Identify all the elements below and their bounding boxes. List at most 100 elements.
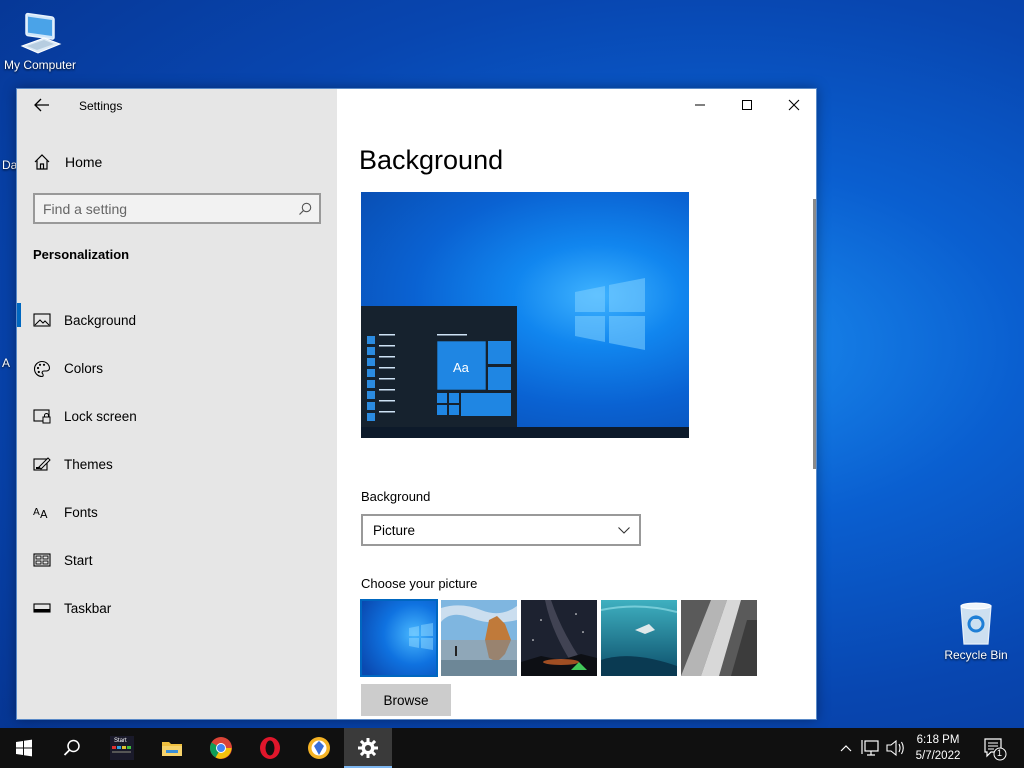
minimize-icon [695, 104, 705, 106]
maximize-icon [742, 100, 752, 110]
picture-thumbnail-underwater[interactable] [601, 600, 677, 676]
thumbnail-night-sky-image [521, 600, 597, 676]
svg-text:A: A [33, 507, 40, 518]
preview-start-menu: Aa [361, 306, 517, 427]
section-heading: Personalization [33, 247, 130, 262]
search-taskbar-button[interactable] [48, 728, 96, 768]
scrollbar[interactable] [813, 199, 816, 469]
volume-tray-button[interactable] [884, 728, 906, 768]
computer-icon [20, 12, 62, 54]
speaker-icon [886, 739, 904, 757]
picture-thumbnail-rock[interactable] [681, 600, 757, 676]
background-type-dropdown[interactable]: Picture [361, 514, 641, 546]
my-computer-desktop-icon[interactable]: My Computer [0, 8, 80, 72]
chrome-taskbar-button[interactable] [197, 728, 245, 768]
background-type-value: Picture [373, 523, 416, 538]
search-input[interactable] [43, 199, 283, 219]
preview-tile-text: Aa [453, 360, 469, 375]
nav-item-fonts[interactable]: A A Fonts [17, 489, 337, 537]
page-title: Background [359, 145, 504, 175]
show-hidden-icons-button[interactable] [836, 728, 856, 768]
nav-item-start[interactable]: Start [17, 537, 337, 585]
navigation-pane: Settings Home Personalization Background [17, 89, 337, 719]
browser-taskbar-button[interactable] [295, 728, 343, 768]
nav-list: Background Colors Lock screen Themes A A… [17, 297, 337, 633]
picture-thumbnail-night-sky[interactable] [521, 600, 597, 676]
nav-item-taskbar[interactable]: Taskbar [17, 585, 337, 633]
nav-item-background[interactable]: Background [17, 297, 337, 345]
preview-taskbar [361, 427, 689, 438]
background-type-label: Background [361, 489, 431, 504]
nav-item-label: Fonts [64, 505, 98, 520]
opera-icon [260, 737, 280, 759]
recycle-bin-desktop-icon[interactable]: Recycle Bin [936, 600, 1016, 662]
picture-thumbnail-beach[interactable] [441, 600, 517, 676]
nav-item-colors[interactable]: Colors [17, 345, 337, 393]
chrome-icon [210, 737, 232, 759]
nav-item-themes[interactable]: Themes [17, 441, 337, 489]
nav-home-label: Home [65, 154, 103, 170]
start-button[interactable] [0, 728, 48, 768]
opera-taskbar-button[interactable] [246, 728, 294, 768]
start-layout-icon [33, 553, 51, 567]
browse-button[interactable]: Browse [361, 684, 451, 716]
nav-item-label: Start [64, 553, 93, 568]
themes-icon [33, 457, 51, 471]
start-app-taskbar-button[interactable]: Start [98, 728, 146, 768]
picture-thumbnails [360, 599, 761, 677]
clock[interactable]: 6:18 PM 5/7/2022 [906, 732, 970, 764]
thumbnail-beach-image [441, 600, 517, 676]
picture-icon [33, 313, 51, 327]
palette-icon [34, 360, 51, 378]
background-preview: Aa [361, 192, 689, 438]
file-explorer-taskbar-button[interactable] [148, 728, 196, 768]
clock-date: 5/7/2022 [915, 750, 961, 762]
notification-count: 1 [997, 748, 1003, 758]
clock-time: 6:18 PM [916, 734, 960, 746]
settings-taskbar-button[interactable] [344, 728, 392, 768]
taskbar: Start 6:18 PM 5/7/2022 1 [0, 728, 1024, 768]
thumbnail-windows-image [361, 600, 437, 676]
search-box[interactable] [33, 193, 321, 224]
nav-item-label: Colors [64, 361, 104, 376]
search-icon [299, 202, 312, 215]
nav-item-label: Themes [64, 457, 113, 472]
maximize-button[interactable] [724, 89, 770, 121]
start-icon [16, 739, 32, 757]
windows-logo-icon [575, 278, 645, 350]
settings-icon [358, 738, 378, 758]
close-button[interactable] [771, 89, 816, 121]
browser-icon [308, 737, 330, 759]
fonts-icon: A A [33, 507, 48, 520]
picture-thumbnail-windows[interactable] [360, 599, 438, 677]
nav-item-lock-screen[interactable]: Lock screen [17, 393, 337, 441]
recycle-bin-icon [960, 602, 992, 645]
network-icon [861, 740, 879, 756]
settings-window: Settings Home Personalization Background [16, 88, 817, 720]
close-icon [788, 99, 800, 111]
my-computer-label: My Computer [3, 58, 77, 72]
svg-text:A: A [40, 508, 48, 520]
home-icon [34, 154, 50, 170]
back-button[interactable] [31, 95, 53, 115]
app-title: Settings [79, 99, 123, 113]
nav-item-label: Lock screen [64, 409, 137, 424]
chevron-up-icon [840, 745, 852, 752]
nav-item-label: Taskbar [64, 601, 112, 616]
chevron-down-icon [618, 527, 630, 534]
network-tray-button[interactable] [860, 728, 882, 768]
choose-picture-label: Choose your picture [361, 576, 478, 591]
content-pane: Background Aa Background Picture Choose … [337, 89, 816, 719]
start-app-label: Start [114, 738, 127, 744]
file-explorer-icon [162, 742, 182, 756]
desktop-edge-text: A [2, 356, 11, 370]
thumbnail-underwater-image [601, 600, 677, 676]
preview-start-menu-graphic [367, 334, 511, 421]
lock-screen-icon [33, 409, 51, 424]
minimize-button[interactable] [677, 89, 723, 121]
back-arrow-icon [34, 98, 49, 112]
nav-home[interactable]: Home [17, 147, 337, 177]
action-center-button[interactable]: 1 [980, 728, 1010, 768]
taskbar-icon [33, 603, 51, 613]
recycle-bin-label: Recycle Bin [944, 648, 1008, 662]
